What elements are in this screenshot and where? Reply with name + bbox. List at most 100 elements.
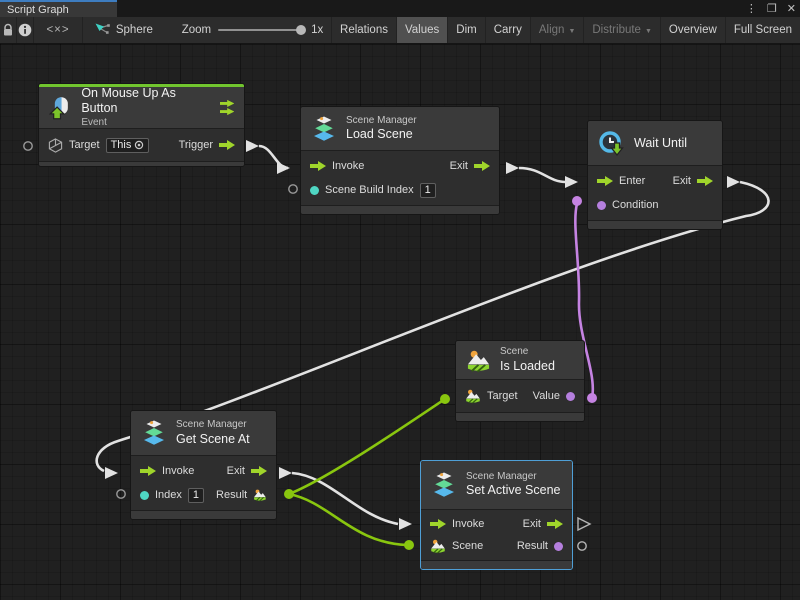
wire-getsceneat-to-setactive[interactable] [292,473,398,524]
script-graph-icon [95,23,110,37]
gameobject-cube-icon [48,138,63,153]
flow-arrowhead [506,162,519,174]
bool-port-dot[interactable] [572,196,582,206]
target-port-label: Target [487,390,518,402]
unconnected-exit-port[interactable] [578,518,590,530]
dim-button[interactable]: Dim [448,17,485,43]
unconnected-result-port[interactable] [578,542,586,550]
bool-port-dot[interactable] [587,393,597,403]
node-set-active-scene[interactable]: Scene Manager Set Active Scene Invoke Ex… [420,460,573,570]
lock-icon [2,23,14,37]
mouse-up-icon [49,95,72,121]
node-title: On Mouse Up As Button [81,86,201,117]
tab-title: Script Graph [7,4,69,16]
node-title: Wait Until [634,136,687,150]
port-row-index-result: Index 1 Result [131,483,276,507]
tab-script-graph[interactable]: Script Graph [0,0,117,17]
enter-port-label: Enter [619,175,645,187]
exit-port-label: Exit [523,518,541,530]
flow-arrowhead [105,467,118,479]
invoke-port-arrow[interactable] [310,161,326,171]
port-row-scene-result: Scene Result [421,535,572,557]
object-picker-icon[interactable] [134,140,144,150]
node-footer [39,161,244,166]
scene-port-dot[interactable] [404,540,414,550]
enter-port-arrow[interactable] [597,176,613,186]
flow-arrowhead [727,176,740,188]
window-menu-icon[interactable]: ⋮ [746,2,757,15]
zoom-slider-handle[interactable] [296,25,306,35]
node-footer [588,220,722,229]
node-category: Scene Manager [346,115,417,128]
wire-result-to-setactive-scene[interactable] [289,494,407,545]
trigger-port-arrow[interactable] [219,140,235,150]
node-on-mouse-up-as-button[interactable]: On Mouse Up As Button Event Target This [38,83,245,167]
int-port-dot[interactable] [140,491,149,500]
node-wait-until[interactable]: Wait Until Enter Exit Condition [587,120,723,230]
wire-trigger-to-loadscene[interactable] [259,146,288,168]
trigger-port-label: Trigger [179,139,213,151]
tab-bar: Script Graph ⋮ ❐ ✕ [0,0,800,17]
target-value-chip[interactable]: This [106,138,150,153]
zoom-label: Zoom [182,24,211,36]
node-is-loaded[interactable]: Scene Is Loaded Target Value [455,340,585,422]
scene-build-index-label: Scene Build Index [325,184,414,196]
info-button[interactable] [17,17,34,43]
invoke-port-arrow[interactable] [430,519,446,529]
scene-port-dot[interactable] [440,394,450,404]
invoke-port-label: Invoke [452,518,484,530]
index-port-label: Index [155,489,182,501]
full-screen-button[interactable]: Full Screen [726,17,800,43]
node-category: Scene Manager [176,419,250,432]
scene-build-index-field[interactable]: 1 [420,183,436,198]
exit-port-arrow[interactable] [251,466,267,476]
target-port-label: Target [69,139,100,151]
node-title: Set Active Scene [466,483,561,499]
node-subtitle: Event [81,117,201,130]
exit-port-label: Exit [227,465,245,477]
window-maximize-icon[interactable]: ❐ [767,2,777,15]
align-dropdown[interactable]: Align▼ [531,17,585,43]
scene-result-port-dot[interactable] [554,542,563,551]
port-row-target-value: Target Value [456,383,584,409]
zoom-slider[interactable] [218,29,304,31]
scene-port-dot[interactable] [284,489,294,499]
unconnected-index-port[interactable] [289,185,297,193]
node-get-scene-at[interactable]: Scene Manager Get Scene At Invoke Exit I… [130,410,277,520]
port-row-target-trigger: Target This Trigger [39,132,244,158]
window-close-icon[interactable]: ✕ [787,2,796,15]
bool-port-dot[interactable] [566,392,575,401]
int-port-dot[interactable] [310,186,319,195]
info-icon [18,23,32,37]
index-field[interactable]: 1 [188,488,204,503]
zoom-control: Zoom 1x [160,17,332,43]
port-row-invoke-exit: Invoke Exit [131,459,276,483]
chevron-down-icon: ▼ [568,28,575,35]
flow-arrowhead [565,176,578,188]
lock-button[interactable] [0,17,17,43]
exit-port-arrow[interactable] [697,176,713,186]
graph-breadcrumb[interactable]: Sphere [83,17,160,43]
exit-port-arrow[interactable] [474,161,490,171]
exit-port-label: Exit [450,160,468,172]
invoke-port-arrow[interactable] [140,466,156,476]
scene-port-icon[interactable] [253,487,267,503]
carry-button[interactable]: Carry [486,17,531,43]
graph-canvas[interactable]: On Mouse Up As Button Event Target This [0,44,800,600]
values-button[interactable]: Values [397,17,448,43]
relations-button[interactable]: Relations [332,17,397,43]
port-row-scene-build-index: Scene Build Index 1 [301,178,499,202]
edit-source-button[interactable]: <×> [34,17,83,43]
bool-port-dot[interactable] [597,201,606,210]
node-load-scene[interactable]: Scene Manager Load Scene Invoke Exit Sce… [300,106,500,215]
unconnected-index-port[interactable] [117,490,125,498]
scene-port-icon[interactable] [430,538,446,554]
wire-loadscene-to-waituntil[interactable] [519,168,566,182]
script-graph-window: Script Graph ⋮ ❐ ✕ <×> Sphere [0,0,800,600]
unconnected-target-port[interactable] [24,142,32,150]
exit-port-arrow[interactable] [547,519,563,529]
port-row-enter-exit: Enter Exit [588,169,722,193]
scene-port-icon[interactable] [465,388,481,404]
overview-button[interactable]: Overview [661,17,726,43]
distribute-dropdown[interactable]: Distribute▼ [584,17,661,43]
